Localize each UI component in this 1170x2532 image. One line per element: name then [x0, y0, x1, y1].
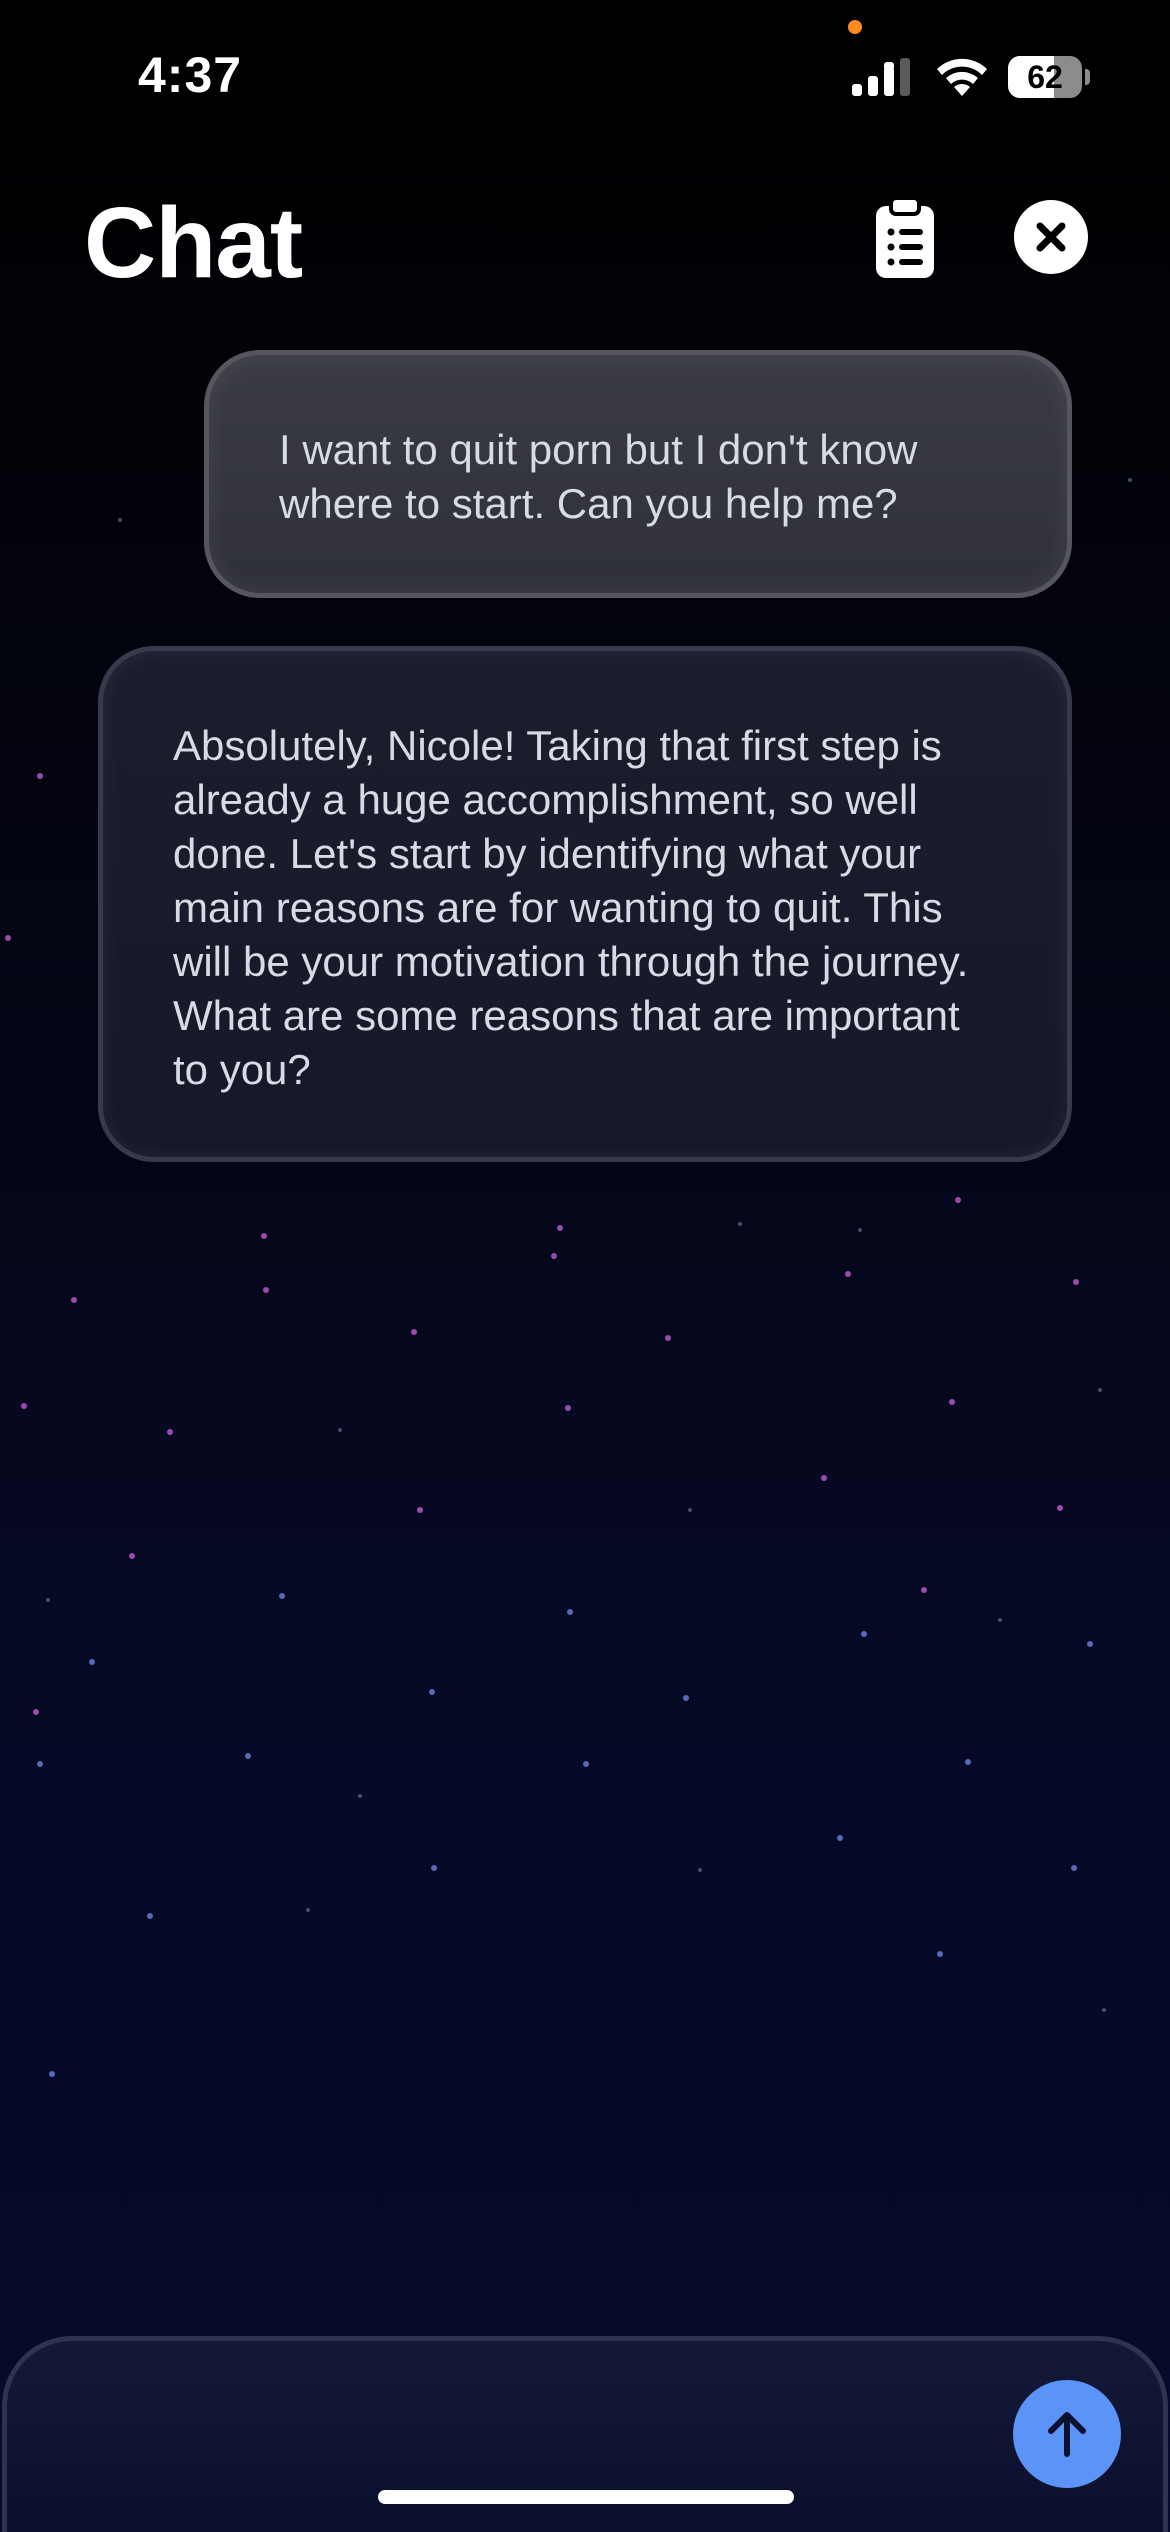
- user-message-bubble: I want to quit porn but I don't know whe…: [204, 350, 1072, 598]
- battery-icon: 62: [1008, 56, 1090, 98]
- battery-level: 62: [1008, 56, 1082, 98]
- wifi-icon: [937, 58, 987, 96]
- home-indicator: [378, 2490, 794, 2504]
- close-button[interactable]: [1014, 200, 1088, 274]
- close-icon: [1036, 222, 1066, 252]
- page-title: Chat: [84, 187, 303, 299]
- privacy-indicator-dot: [848, 20, 862, 34]
- message-input[interactable]: [57, 2381, 981, 2463]
- battery-nub: [1085, 69, 1090, 85]
- assistant-message-bubble: Absolutely, Nicole! Taking that first st…: [98, 646, 1072, 1162]
- arrow-up-icon: [1048, 2412, 1086, 2457]
- signal-icon: [852, 58, 910, 96]
- send-button[interactable]: [1013, 2380, 1121, 2488]
- status-time: 4:37: [138, 47, 243, 103]
- status-bar: 4:37 62: [0, 0, 1170, 150]
- clipboard-list-icon[interactable]: [872, 196, 938, 280]
